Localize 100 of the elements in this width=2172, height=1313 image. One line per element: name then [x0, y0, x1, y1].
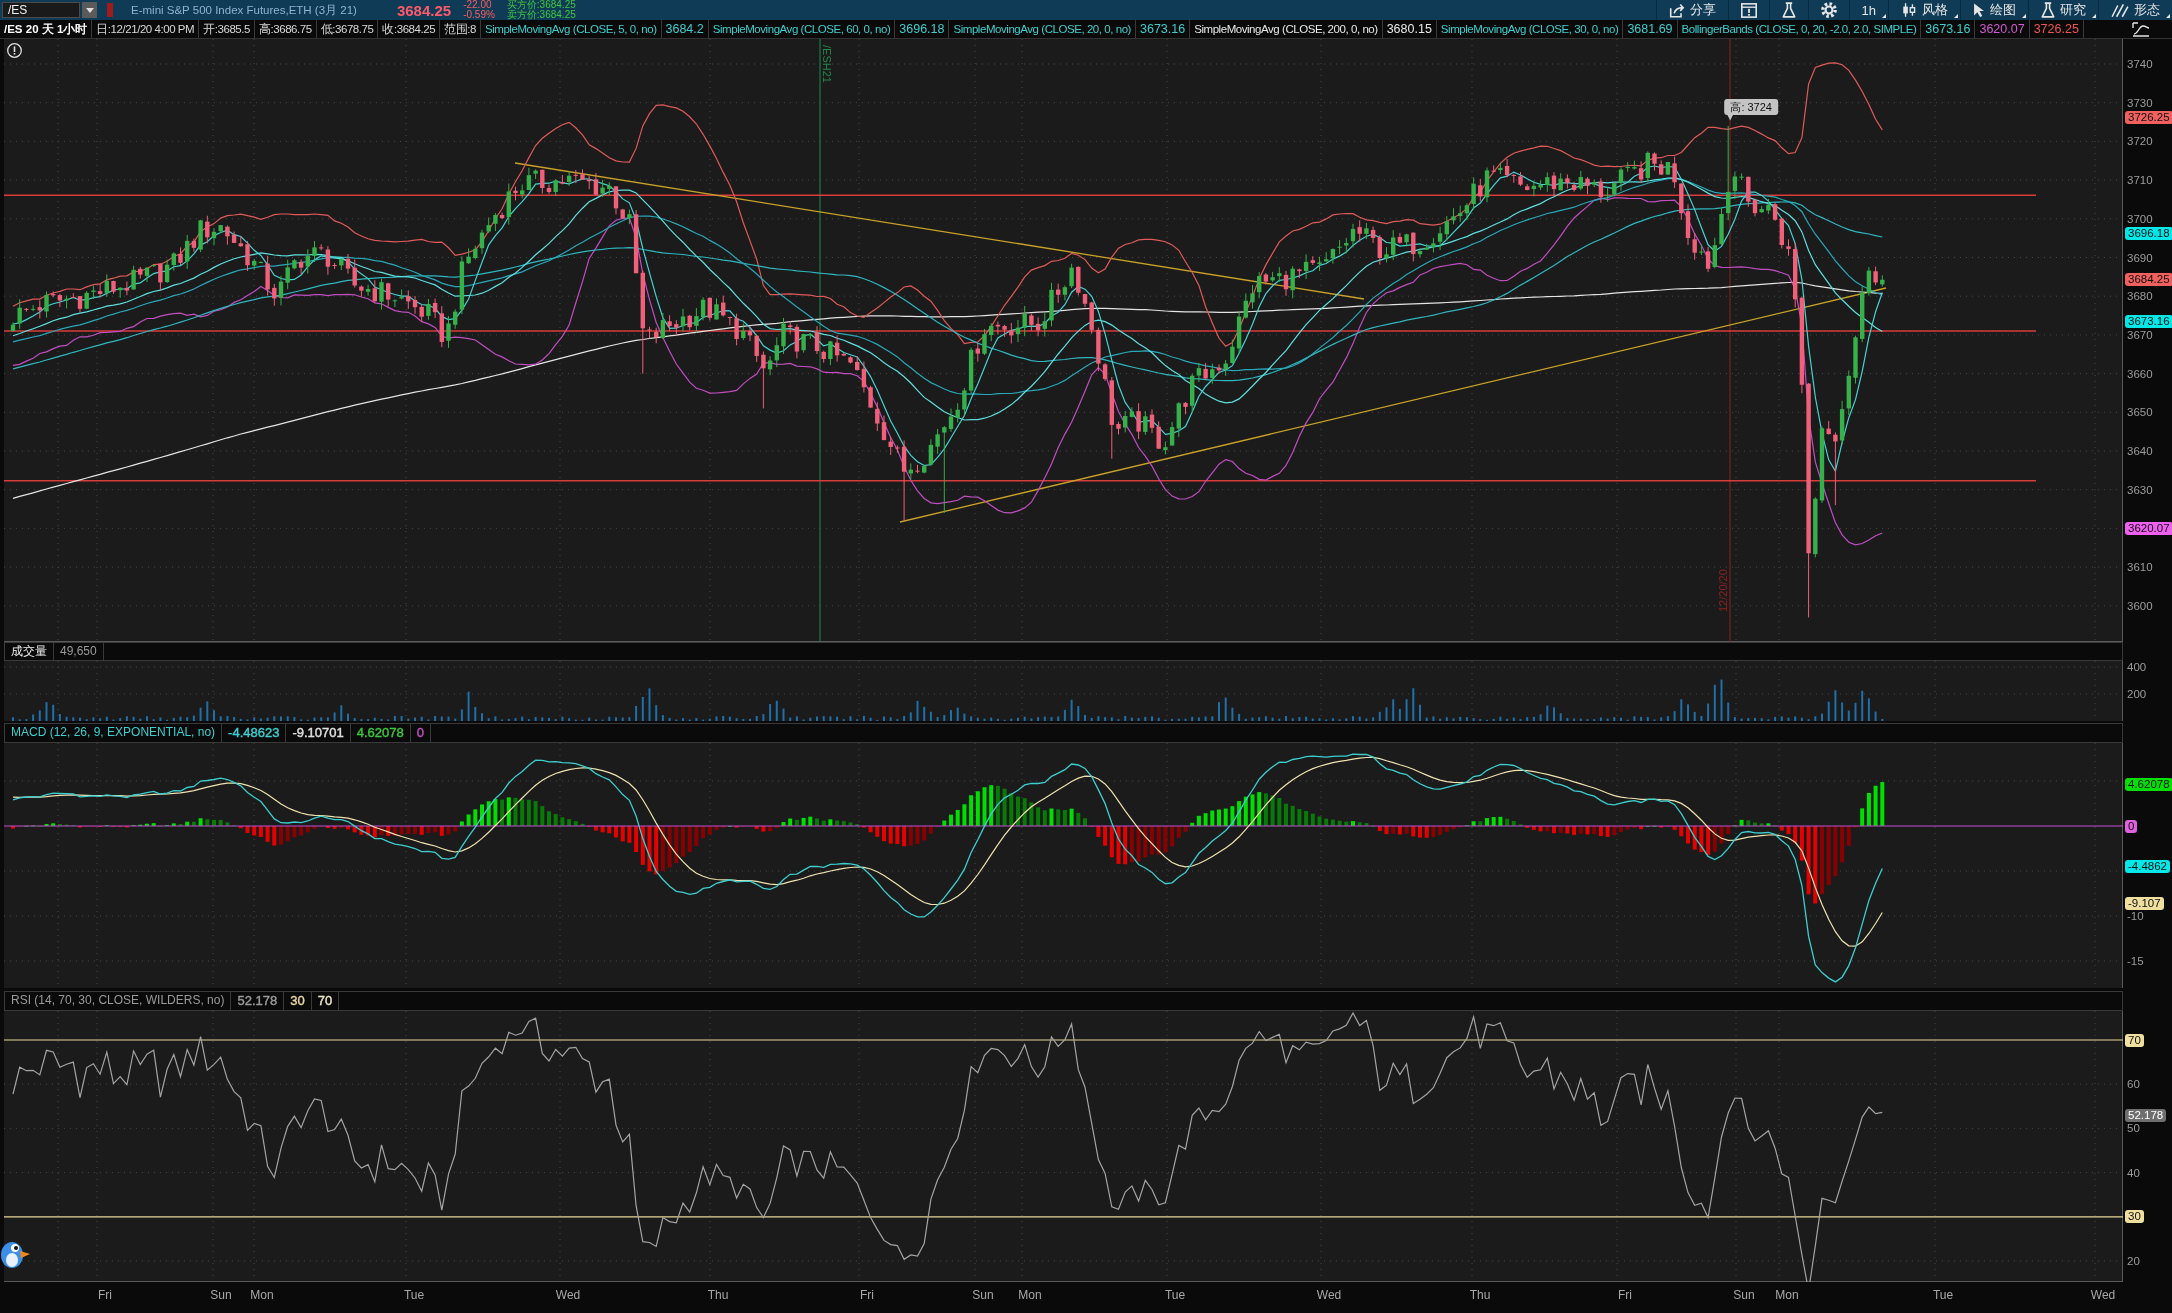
axis-label: 3690 — [2127, 251, 2153, 264]
price-badge: 3673.16 — [2125, 315, 2172, 329]
indicator-value: 30 — [284, 992, 312, 1010]
axis-label: 200 — [2127, 688, 2147, 700]
dropdown-corner-icon — [2092, 14, 2096, 18]
bar-field: 范围:8 — [440, 20, 481, 38]
instrument-description: E-mini S&P 500 Index Futures,ETH (3月 21) — [131, 2, 357, 18]
high-price-callout: 高: 3724 — [1724, 98, 1779, 121]
time-label: Sun — [1733, 1288, 1755, 1302]
time-label: Sun — [210, 1288, 232, 1302]
study-value: 3680.15 — [1382, 20, 1437, 38]
axis-label: 50 — [2127, 1122, 2140, 1135]
axis-label: 3720 — [2127, 135, 2153, 148]
alert-icon[interactable] — [7, 43, 22, 58]
indicator-value: 70 — [311, 992, 340, 1010]
study-value: 3673.16 — [1921, 20, 1976, 38]
axis-label: 3730 — [2127, 96, 2153, 109]
indicator-badge: 70 — [2125, 1033, 2144, 1047]
study-value: 3620.07 — [1975, 20, 2030, 38]
time-label: Wed — [555, 1288, 581, 1302]
symbol-field[interactable]: /ES — [2, 2, 80, 18]
axis-label: 3660 — [2127, 367, 2153, 380]
settings-icon — [1820, 2, 1837, 18]
axis-label: 400 — [2127, 661, 2147, 673]
study-label[interactable]: SimpleMovingAvg (CLOSE, 60, 0, no) — [708, 20, 896, 38]
time-label: Tue — [1932, 1288, 1954, 1302]
time-label: Fri — [1618, 1288, 1632, 1302]
curve-icon[interactable] — [2132, 21, 2150, 37]
axis-label: 3610 — [2127, 561, 2153, 574]
caret-icon — [85, 7, 94, 13]
indicator-value: -9.10701 — [286, 724, 351, 742]
indicator-value: 0 — [410, 724, 431, 742]
window-icon — [1740, 2, 1757, 18]
time-label: Wed — [2090, 1288, 2116, 1302]
trend-lines-icon — [2111, 2, 2129, 18]
price-badge: 3726.25 — [2125, 110, 2172, 124]
time-label: Wed — [1316, 1288, 1342, 1302]
axis-label: 3630 — [2127, 483, 2153, 496]
study-label[interactable]: BollingerBands (CLOSE, 0, 20, -2.0, 2.0, SIMPLE) — [1677, 20, 1922, 38]
axis-label: -15 — [2127, 955, 2144, 967]
axis-label: 3740 — [2127, 58, 2153, 70]
axis-label: 3600 — [2127, 599, 2153, 612]
bid-price: 买方价:3684.25 — [506, 0, 576, 10]
bar-field: 日:12/21/20 4:00 PM — [92, 20, 200, 38]
axis-label: 20 — [2127, 1255, 2140, 1267]
price-badge: 3696.18 — [2125, 227, 2172, 241]
study-value: 3673.16 — [1136, 20, 1191, 38]
time-label: Thu — [707, 1288, 729, 1302]
indicator-badge: -4.4862 — [2125, 859, 2170, 873]
indicator-value: 4.62078 — [350, 724, 411, 742]
price-badge: 3620.07 — [2125, 521, 2172, 535]
axis-label: 3680 — [2127, 290, 2153, 303]
bar-field: 收:3684.25 — [378, 20, 441, 38]
volume-value: 49,650 — [54, 643, 104, 660]
indicator-badge: 30 — [2125, 1210, 2144, 1224]
last-price: 3684.25 — [396, 1, 452, 19]
flask-icon — [2041, 2, 2055, 18]
axis-label: 3670 — [2127, 328, 2153, 341]
study-label[interactable]: SimpleMovingAvg (CLOSE, 5, 0, no) — [480, 20, 662, 38]
date-label: 12/20/20 — [1717, 569, 1729, 612]
bar-field: 高:3686.75 — [255, 20, 317, 38]
study-value: 3696.18 — [895, 20, 950, 38]
axis-label: 3650 — [2127, 406, 2153, 419]
axis-label: 60 — [2127, 1078, 2140, 1091]
ask-price: 卖方价:3684.25 — [506, 10, 576, 20]
dropdown-corner-icon — [2022, 14, 2026, 18]
bar-field: 开:3685.5 — [199, 20, 255, 38]
indicator-value: -4.48623 — [222, 724, 287, 742]
marker-icon — [107, 3, 113, 17]
bar-field: 低:3678.75 — [316, 20, 379, 38]
indicator-badge: 52.178 — [2125, 1108, 2167, 1122]
axis-label: 40 — [2127, 1166, 2140, 1179]
time-label: Mon — [250, 1288, 274, 1302]
dropdown-corner-icon — [2166, 14, 2170, 18]
time-label: Sun — [972, 1288, 994, 1302]
axis-label: -10 — [2127, 910, 2144, 922]
study-value: 3681.69 — [1623, 20, 1678, 38]
time-label: Tue — [1164, 1288, 1186, 1302]
indicator-badge: -9.107 — [2125, 896, 2164, 910]
study-label[interactable]: SimpleMovingAvg (CLOSE, 30, 0, no) — [1436, 20, 1624, 38]
panel-title: RSI (14, 70, 30, CLOSE, WILDERS, no) — [5, 992, 232, 1010]
cursor-icon — [1973, 2, 1985, 18]
time-label: Mon — [1775, 1288, 1799, 1302]
panel-title: MACD (12, 26, 9, EXPONENTIAL, no) — [5, 724, 223, 742]
dropdown-button[interactable] — [82, 2, 97, 18]
dropdown-corner-icon — [1882, 14, 1886, 18]
study-value: 3684.2 — [661, 20, 709, 38]
axis-label: 3710 — [2127, 174, 2153, 187]
expiry-label: /ESH21 — [821, 45, 833, 83]
axis-label: 3640 — [2127, 445, 2153, 457]
time-label: Thu — [1469, 1288, 1491, 1302]
indicator-badge: 4.62078 — [2125, 777, 2172, 791]
study-value: 3726.25 — [2029, 20, 2084, 38]
percent-change: -0.59% — [463, 10, 495, 20]
study-label[interactable]: SimpleMovingAvg (CLOSE, 200, 0, no) — [1190, 20, 1383, 38]
price-badge: 3684.25 — [2125, 273, 2172, 287]
indicator-badge: 0 — [2125, 819, 2138, 833]
time-label: Tue — [403, 1288, 425, 1302]
share-icon — [1668, 2, 1685, 18]
study-label[interactable]: SimpleMovingAvg (CLOSE, 20, 0, no) — [949, 20, 1136, 38]
